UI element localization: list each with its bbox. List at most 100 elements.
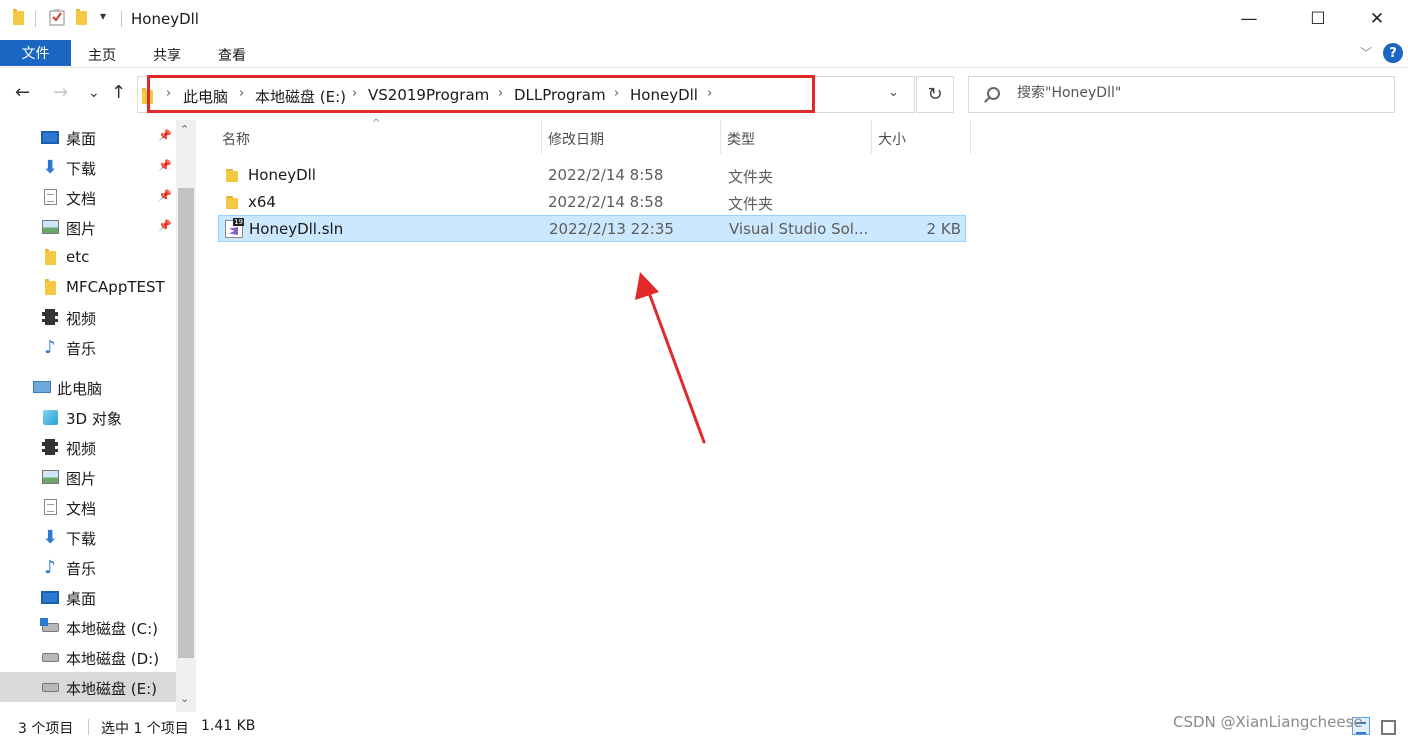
divider [35,11,36,27]
file-row[interactable]: HoneyDll.sln 2022/2/13 22:35 Visual Stud… [218,215,966,242]
scroll-up-icon[interactable]: ⌃ [180,123,189,136]
picture-icon [41,219,59,235]
sidebar-item-label: 图片 [66,220,97,238]
column-header-type[interactable]: 类型 [721,120,871,154]
sidebar-item-label: 桌面 [66,590,97,608]
file-size: 2 KB [926,220,961,238]
sidebar-item-3d-objects[interactable]: 3D 对象 [0,402,176,432]
status-selection: 选中 1 个项目 [101,721,189,737]
file-date: 2022/2/14 8:58 [548,166,664,184]
sidebar-item-label: 视频 [66,310,97,328]
sidebar-item-videos[interactable]: 视频 [0,302,176,332]
refresh-button[interactable]: ↻ [916,76,954,113]
sidebar-item-label: 视频 [66,440,97,458]
file-type: 文件夹 [728,168,774,186]
document-icon [41,499,59,515]
sidebar-item-label: 音乐 [66,560,97,578]
sidebar-item-label: 下载 [66,160,97,178]
sidebar-item-label: 本地磁盘 (E:) [66,680,158,698]
pin-icon[interactable]: 📌 [158,129,172,142]
tab-share[interactable]: 共享 [153,45,181,65]
sidebar-item-label: 桌面 [66,130,97,148]
large-icons-view-button[interactable] [1378,717,1396,735]
divider [88,719,89,735]
quick-access-dropdown-icon[interactable]: ▾ [100,9,106,23]
minimize-button[interactable]: — [1226,0,1272,38]
forward-button[interactable]: → [53,82,68,104]
sidebar-item-pictures[interactable]: 图片 📌 [0,212,176,242]
close-button[interactable]: ✕ [1354,0,1400,38]
pin-icon[interactable]: 📌 [158,219,172,232]
sidebar-item-videos[interactable]: 视频 [0,432,176,462]
column-header-label: 大小 [878,132,906,148]
window-title: HoneyDll [131,10,199,28]
sidebar-item-downloads[interactable]: ⬇ 下载 📌 [0,152,176,182]
sidebar-item-documents[interactable]: 文档 📌 [0,182,176,212]
search-box[interactable] [968,76,1395,113]
sidebar-item-pictures[interactable]: 图片 [0,462,176,492]
sidebar-item-drive-e[interactable]: 本地磁盘 (E:) [0,672,176,702]
sidebar-item-music[interactable]: ♪ 音乐 [0,552,176,582]
document-icon [41,189,59,205]
sidebar-item-documents[interactable]: 文档 [0,492,176,522]
sidebar-item-label: etc [66,248,90,266]
properties-icon[interactable] [49,8,65,26]
back-button[interactable]: ← [15,82,30,104]
sidebar-item-this-pc[interactable]: 此电脑 [0,372,176,402]
column-header-name[interactable]: 名称 [215,120,542,154]
sidebar-item-mfcapptest[interactable]: MFCAppTEST [0,272,176,302]
file-name: x64 [248,193,276,211]
address-dropdown-icon[interactable]: ⌄ [888,85,899,100]
scroll-down-icon[interactable]: ⌄ [180,692,189,705]
title-bar: ▾ HoneyDll — ☐ ✕ [0,0,1408,38]
sidebar-item-desktop[interactable]: 桌面 📌 [0,122,176,152]
file-name: HoneyDll.sln [249,220,344,238]
up-button[interactable]: ↑ [111,82,126,104]
sidebar-item-music[interactable]: ♪ 音乐 [0,332,176,362]
column-header-date[interactable]: 修改日期 [542,120,720,154]
tab-view[interactable]: 查看 [218,45,246,65]
recent-locations-button[interactable]: ⌄ [88,82,100,104]
ribbon: 文件 主页 共享 查看 ﹀ ? [0,38,1408,68]
column-header-size[interactable]: 大小 [872,120,970,154]
sidebar-item-label: 文档 [66,500,97,518]
desktop-icon [41,589,59,605]
file-row[interactable]: x64 2022/2/14 8:58 文件夹 [218,189,966,216]
sidebar-item-label: 本地磁盘 (D:) [66,650,160,668]
file-date: 2022/2/13 22:35 [549,220,674,238]
divider [121,11,122,27]
pin-icon[interactable]: 📌 [158,189,172,202]
sidebar-item-drive-d[interactable]: 本地磁盘 (D:) [0,642,176,672]
tab-home[interactable]: 主页 [88,45,116,65]
pin-icon[interactable]: 📌 [158,159,172,172]
video-icon [41,439,59,455]
close-icon: ✕ [1369,9,1385,29]
tab-file[interactable]: 文件 [0,40,71,66]
status-selection-size: 1.41 KB [201,718,256,734]
expand-ribbon-icon[interactable]: ﹀ [1360,44,1372,61]
download-icon: ⬇ [42,526,58,548]
sidebar-item-label: 音乐 [66,340,97,358]
sidebar-item-label: 此电脑 [57,380,103,398]
sidebar-item-label: 图片 [66,470,97,488]
sidebar-item-label: 文档 [66,190,97,208]
scrollbar-thumb[interactable] [178,188,194,658]
video-icon [41,309,59,325]
sidebar-item-etc[interactable]: etc [0,242,176,272]
navigation-pane-scrollbar[interactable]: ⌃ ⌄ [176,120,196,712]
maximize-button[interactable]: ☐ [1295,0,1341,38]
sidebar-item-desktop[interactable]: 桌面 [0,582,176,612]
desktop-icon [41,129,59,145]
sidebar-item-downloads[interactable]: ⬇ 下载 [0,522,176,552]
search-input[interactable] [1017,85,1377,101]
navigation-pane: 桌面 📌 ⬇ 下载 📌 文档 📌 图片 📌 etc MFCAppTEST 视频 … [0,120,196,712]
sidebar-item-drive-c[interactable]: 本地磁盘 (C:) [0,612,176,642]
download-icon: ⬇ [42,156,58,178]
help-button[interactable]: ? [1383,43,1403,63]
music-icon: ♪ [44,336,56,358]
file-row[interactable]: HoneyDll 2022/2/14 8:58 文件夹 [218,162,966,189]
column-divider[interactable] [970,120,971,154]
new-folder-icon[interactable] [76,9,87,25]
folder-icon [13,9,24,25]
sidebar-item-label: 下载 [66,530,97,548]
